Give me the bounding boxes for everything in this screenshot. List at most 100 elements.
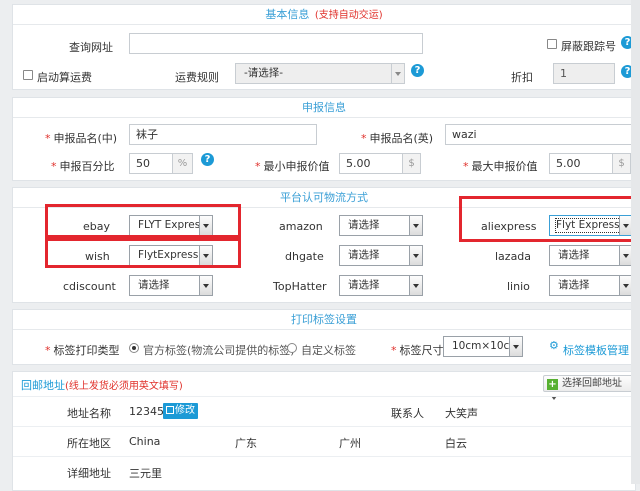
contact-value: 大笑声: [445, 407, 478, 420]
name-en-input[interactable]: wazi: [445, 124, 633, 145]
percent-label: * 申报百分比: [51, 160, 115, 173]
freight-rule-select[interactable]: -请选择-: [235, 63, 405, 84]
percent-label-text: 申报百分比: [59, 160, 115, 173]
print-panel: 打印标签设置 * 标签打印类型 官方标签(物流公司提供的标签) 自定义标签 * 标签…: [12, 309, 636, 365]
logistics-label-tophatter: TopHatter: [273, 280, 327, 293]
basic-info-panel: 基本信息 (支持自动交运) 查询网址 屏蔽跟踪号 ? 启动算运费 运费规则 -请…: [12, 4, 636, 90]
address-name-label: 地址名称: [67, 407, 111, 420]
logistics-select-wish[interactable]: FlytExpress: [129, 245, 213, 266]
logistics-label-amazon: amazon: [279, 220, 323, 233]
basic-info-hint: (支持自动交运): [314, 10, 383, 21]
basic-info-title: 基本信息 (支持自动交运): [13, 5, 635, 25]
gear-icon[interactable]: ⚙: [549, 339, 559, 352]
scrollbar[interactable]: [631, 0, 640, 484]
declare-panel: 申报信息 * 申报品名(中) 袜子 * 申报品名(英) wazi * 申报百分比 50…: [12, 97, 636, 181]
logistics-value-linio: 请选择: [558, 279, 590, 291]
discount-label: 折扣: [511, 71, 533, 84]
logistics-select-cdiscount[interactable]: 请选择: [129, 275, 213, 296]
logistics-label-ebay: ebay: [83, 220, 111, 233]
detail-address-value: 三元里: [129, 467, 162, 480]
name-en-label: * 申报品名(英): [361, 132, 434, 145]
chevron-down-icon[interactable]: [409, 276, 422, 295]
region-city: 广州: [339, 437, 361, 450]
logistics-label-linio: linio: [507, 280, 530, 293]
address-title-text: 回邮地址: [21, 379, 65, 392]
query-url-input[interactable]: [129, 33, 423, 54]
max-value-currency: $: [613, 153, 631, 174]
label-type-label: * 标签打印类型: [45, 344, 120, 357]
logistics-select-ebay[interactable]: FLYT Express: [129, 215, 213, 236]
name-cn-input[interactable]: 袜子: [129, 124, 317, 145]
chevron-down-icon[interactable]: [199, 216, 212, 235]
max-value-label: * 最大申报价值: [463, 160, 538, 173]
freight-rule-label: 运费规则: [175, 71, 219, 84]
chevron-down-icon[interactable]: [391, 64, 404, 83]
label-template-link[interactable]: 标签模板管理: [563, 342, 629, 358]
divider: [13, 396, 635, 397]
label-size-select[interactable]: 10cm×10cm: [443, 336, 523, 357]
address-title: 回邮地址(线上发货必须用英文填写): [21, 377, 183, 393]
custom-label-radio[interactable]: [287, 343, 297, 353]
official-label-radio[interactable]: [129, 343, 139, 353]
logistics-select-dhgate[interactable]: 请选择: [339, 245, 423, 266]
logistics-value-dhgate: 请选择: [348, 249, 380, 261]
logistics-select-linio[interactable]: 请选择: [549, 275, 633, 296]
logistics-label-dhgate: dhgate: [285, 250, 324, 263]
percent-help-icon[interactable]: ?: [201, 153, 214, 166]
logistics-label-lazada: lazada: [495, 250, 532, 263]
logistics-value-lazada: 请选择: [558, 249, 590, 261]
logistics-value-aliexpress: Flyt Express: [555, 218, 621, 233]
max-value-input[interactable]: 5.00: [549, 153, 613, 174]
region-district: 白云: [445, 437, 467, 450]
hide-tracking-label: 屏蔽跟踪号: [561, 40, 616, 53]
divider: [13, 456, 635, 457]
chevron-down-icon[interactable]: [409, 246, 422, 265]
logistics-value-wish: FlytExpress: [138, 249, 199, 261]
hide-tracking-checkbox[interactable]: [547, 39, 557, 49]
min-value-input[interactable]: 5.00: [339, 153, 403, 174]
label-size-label-text: 标签尺寸: [399, 344, 444, 357]
discount-input[interactable]: 1: [553, 63, 615, 84]
edit-address-button[interactable]: 修改: [163, 403, 198, 419]
address-panel: 回邮地址(线上发货必须用英文填写) + 选择回邮地址 地址名称 123456 修改…: [12, 371, 636, 491]
official-label-text: 官方标签(物流公司提供的标签): [143, 344, 295, 357]
freight-rule-help-icon[interactable]: ?: [411, 64, 424, 77]
chevron-down-icon[interactable]: [199, 276, 212, 295]
chevron-down-icon[interactable]: [199, 246, 212, 265]
percent-input[interactable]: 50: [129, 153, 173, 174]
max-value-label-text: 最大申报价值: [471, 160, 538, 173]
min-value-currency: $: [403, 153, 421, 174]
name-en-label-text: 申报品名(英): [369, 132, 434, 145]
logistics-select-lazada[interactable]: 请选择: [549, 245, 633, 266]
basic-info-title-text: 基本信息: [265, 8, 310, 21]
logistics-select-amazon[interactable]: 请选择: [339, 215, 423, 236]
logistics-label-wish: wish: [85, 250, 110, 263]
min-value-label: * 最小申报价值: [255, 160, 330, 173]
enable-freight-checkbox[interactable]: [23, 70, 33, 80]
region-country: China: [129, 435, 161, 448]
divider: [13, 426, 635, 427]
logistics-label-aliexpress: aliexpress: [481, 220, 537, 233]
chevron-down-icon[interactable]: [509, 337, 522, 356]
print-title: 打印标签设置: [13, 310, 635, 330]
region-province: 广东: [235, 437, 257, 450]
logistics-select-tophatter[interactable]: 请选择: [339, 275, 423, 296]
address-hint: (线上发货必须用英文填写): [65, 381, 183, 392]
logistics-value-cdiscount: 请选择: [138, 279, 170, 291]
region-label: 所在地区: [67, 437, 111, 450]
edit-icon: [166, 406, 174, 414]
name-cn-label: * 申报品名(中): [45, 132, 118, 145]
edit-address-button-label: 修改: [175, 405, 195, 416]
custom-label-text: 自定义标签: [301, 344, 356, 357]
detail-address-label: 详细地址: [67, 467, 111, 480]
query-url-label: 查询网址: [69, 41, 113, 54]
contact-label: 联系人: [391, 407, 424, 420]
freight-rule-value: -请选择-: [244, 67, 284, 79]
logistics-label-cdiscount: cdiscount: [63, 280, 116, 293]
name-cn-label-text: 申报品名(中): [53, 132, 118, 145]
declare-title: 申报信息: [13, 98, 635, 118]
logistics-select-aliexpress[interactable]: Flyt Express: [549, 215, 633, 236]
chevron-down-icon[interactable]: [409, 216, 422, 235]
label-type-label-text: 标签打印类型: [53, 344, 120, 357]
select-address-button[interactable]: + 选择回邮地址: [543, 375, 635, 400]
